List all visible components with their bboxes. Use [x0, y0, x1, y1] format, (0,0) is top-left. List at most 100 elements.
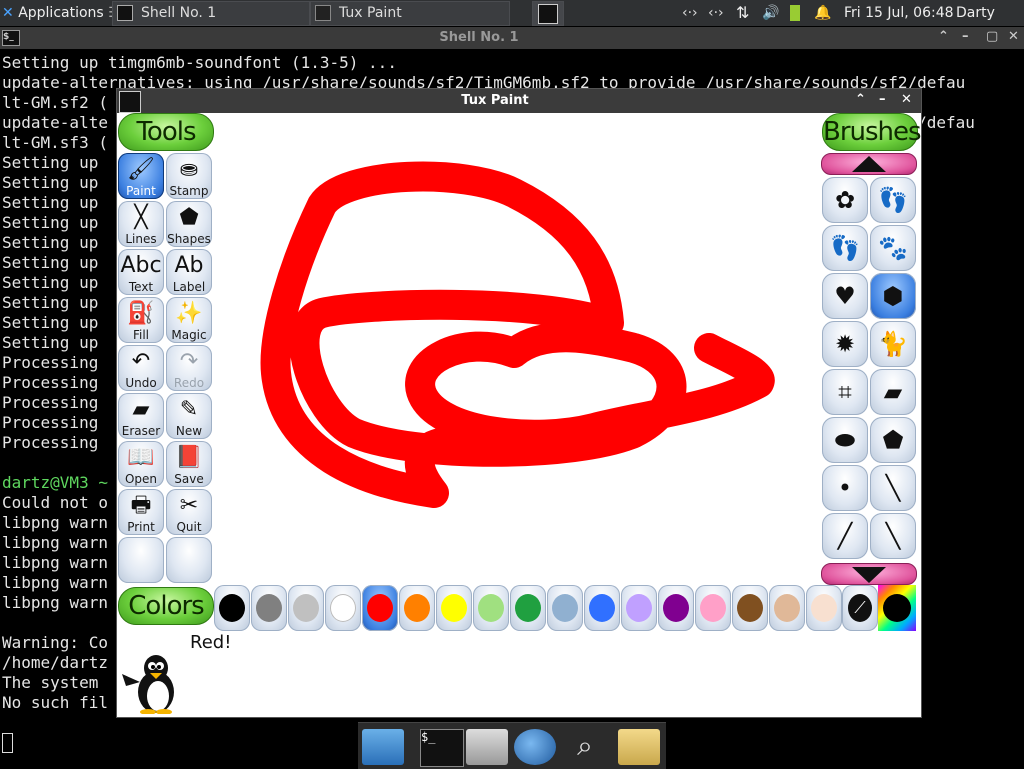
cat-brush-icon[interactable]: 🐈 — [870, 321, 916, 367]
color-mixer-button[interactable] — [878, 585, 916, 631]
oval-brush-icon[interactable]: ⬬ — [822, 417, 868, 463]
shell-titlebar[interactable]: $_ Shell No. 1 ⌃ – ▢ ✕ — [0, 27, 1024, 49]
color-swatch-steel-blue[interactable] — [547, 585, 583, 631]
color-swatch-peach[interactable] — [806, 585, 842, 631]
battery-icon[interactable] — [790, 0, 800, 26]
tool-label: Eraser — [121, 424, 161, 438]
clock[interactable]: Fri 15 Jul, 06:48 — [844, 0, 954, 26]
dock-show-desktop-icon[interactable] — [362, 729, 404, 765]
color-swatch-brown[interactable] — [732, 585, 768, 631]
empty-tool-slot — [166, 537, 212, 583]
color-dot — [774, 594, 800, 622]
tool-label: Magic — [171, 328, 207, 342]
chisel-brush-icon[interactable]: ▰ — [870, 369, 916, 415]
dock-files-folder-icon[interactable] — [618, 729, 660, 765]
slash-brush-icon[interactable]: ╲ — [870, 465, 916, 511]
terminal-line: Setting up timgm6mb-soundfont (1.3-5) ..… — [2, 53, 397, 72]
open-book-icon: 📖 — [127, 445, 155, 470]
shell-minimize-icon[interactable]: – — [962, 29, 969, 44]
task-tuxpaint[interactable]: Tux Paint — [310, 1, 510, 26]
color-dot — [367, 594, 393, 622]
tool-lines-button[interactable]: ╳ Lines — [118, 201, 164, 247]
color-swatch-dark-gray[interactable] — [251, 585, 287, 631]
lines-icon: ╳ — [134, 205, 148, 230]
workspace-switcher[interactable] — [532, 1, 564, 26]
flower-brush-icon[interactable]: ✿ — [822, 177, 868, 223]
user-menu[interactable]: Darty uwu — [956, 0, 1024, 47]
printer-icon: 🖶 — [130, 493, 152, 518]
shell-close-icon[interactable]: ✕ — [1008, 29, 1019, 44]
color-swatch-white[interactable] — [325, 585, 361, 631]
color-swatch-pink[interactable] — [695, 585, 731, 631]
color-swatch-tan[interactable] — [769, 585, 805, 631]
tool-label: Fill — [132, 328, 150, 342]
diag-left-brush-icon[interactable]: ╱ — [822, 513, 868, 559]
tool-redo-button[interactable]: ↷ Redo — [166, 345, 212, 391]
net-brush-icon[interactable]: ⌗ — [822, 369, 868, 415]
tool-save-button[interactable]: 📕 Save — [166, 441, 212, 487]
notification-bell-icon[interactable]: 🔔 — [814, 0, 831, 26]
paw-brush-icon[interactable]: 🐾 — [870, 225, 916, 271]
transfer-icon[interactable]: ⇅ — [736, 0, 749, 26]
tuxpaint-close-icon[interactable]: ✕ — [901, 92, 912, 107]
shell-maximize-icon[interactable]: ▢ — [986, 29, 998, 44]
color-picker-button[interactable]: ⟋ — [842, 585, 878, 631]
diag-right-brush-icon[interactable]: ╲ — [870, 513, 916, 559]
color-swatch-light-green[interactable] — [473, 585, 509, 631]
tool-magic-button[interactable]: ✨ Magic — [166, 297, 212, 343]
color-dot — [293, 594, 319, 622]
undo-icon: ↶ — [131, 349, 151, 374]
footprints-brush-icon[interactable]: 👣 — [870, 177, 916, 223]
brushes-scroll-down[interactable] — [821, 563, 917, 585]
pentagon-brush-icon[interactable]: ⬟ — [870, 417, 916, 463]
quit-icon: ✂ — [179, 493, 199, 518]
color-dot — [700, 594, 726, 622]
color-swatch-orange[interactable] — [399, 585, 435, 631]
volume-icon[interactable]: 🔊 — [762, 0, 779, 26]
brushes-scroll-up[interactable] — [821, 153, 917, 175]
tool-paint-button[interactable]: 🖌 Paint — [118, 153, 164, 199]
empty-tool-slot — [118, 537, 164, 583]
tool-print-button[interactable]: 🖶 Print — [118, 489, 164, 535]
tool-text-button[interactable]: Abc Text — [118, 249, 164, 295]
tool-label-button[interactable]: Ab Label — [166, 249, 212, 295]
tool-stamp-button[interactable]: ⛂ Stamp — [166, 153, 212, 199]
tool-fill-button[interactable]: ⛽ Fill — [118, 297, 164, 343]
color-swatch-green[interactable] — [510, 585, 546, 631]
tool-shapes-button[interactable]: ⬟ Shapes — [166, 201, 212, 247]
tuxpaint-collapse-icon[interactable]: ⌃ — [855, 92, 866, 107]
tool-undo-button[interactable]: ↶ Undo — [118, 345, 164, 391]
color-swatch-purple[interactable] — [658, 585, 694, 631]
color-swatch-lavender[interactable] — [621, 585, 657, 631]
tool-eraser-button[interactable]: ▰ Eraser — [118, 393, 164, 439]
tool-label: Open — [124, 472, 158, 486]
color-swatch-red[interactable] — [362, 585, 398, 631]
hexagon-brush-icon[interactable]: ⬢ — [870, 273, 916, 319]
tool-quit-button[interactable]: ✂ Quit — [166, 489, 212, 535]
tool-new-button[interactable]: ✎ New — [166, 393, 212, 439]
applications-menu[interactable]: ✕ Applications ☰ — [2, 0, 121, 26]
network-icon[interactable]: ‹·› — [682, 0, 698, 26]
tuxpaint-minimize-icon[interactable]: – — [879, 92, 886, 107]
dock-terminal-icon[interactable]: $_ — [420, 729, 464, 767]
task-shell[interactable]: Shell No. 1 — [112, 1, 310, 26]
tuxpaint-titlebar[interactable]: Tux Paint ⌃ – ✕ — [117, 89, 921, 113]
network-icon-2[interactable]: ‹·› — [708, 0, 724, 26]
top-panel: ✕ Applications ☰ Shell No. 1 Tux Paint ‹… — [0, 0, 1024, 47]
dock-home-folder-icon[interactable] — [466, 729, 508, 765]
applications-label: Applications — [18, 5, 104, 21]
heart-brush-icon[interactable]: ♥ — [822, 273, 868, 319]
color-swatch-blue[interactable] — [584, 585, 620, 631]
dot-brush-icon[interactable]: • — [822, 465, 868, 511]
tool-open-button[interactable]: 📖 Open — [118, 441, 164, 487]
dock-web-browser-icon[interactable] — [514, 729, 556, 765]
dock-search-icon[interactable]: ⌕ — [564, 729, 606, 765]
drawing-canvas[interactable] — [214, 113, 820, 585]
shell-collapse-icon[interactable]: ⌃ — [938, 29, 949, 44]
feet-brush-icon[interactable]: 👣 — [822, 225, 868, 271]
color-swatch-light-gray[interactable] — [288, 585, 324, 631]
red-scribble-stroke — [260, 161, 775, 508]
color-swatch-yellow[interactable] — [436, 585, 472, 631]
splat-brush-icon[interactable]: ✹ — [822, 321, 868, 367]
color-swatch-black[interactable] — [214, 585, 250, 631]
